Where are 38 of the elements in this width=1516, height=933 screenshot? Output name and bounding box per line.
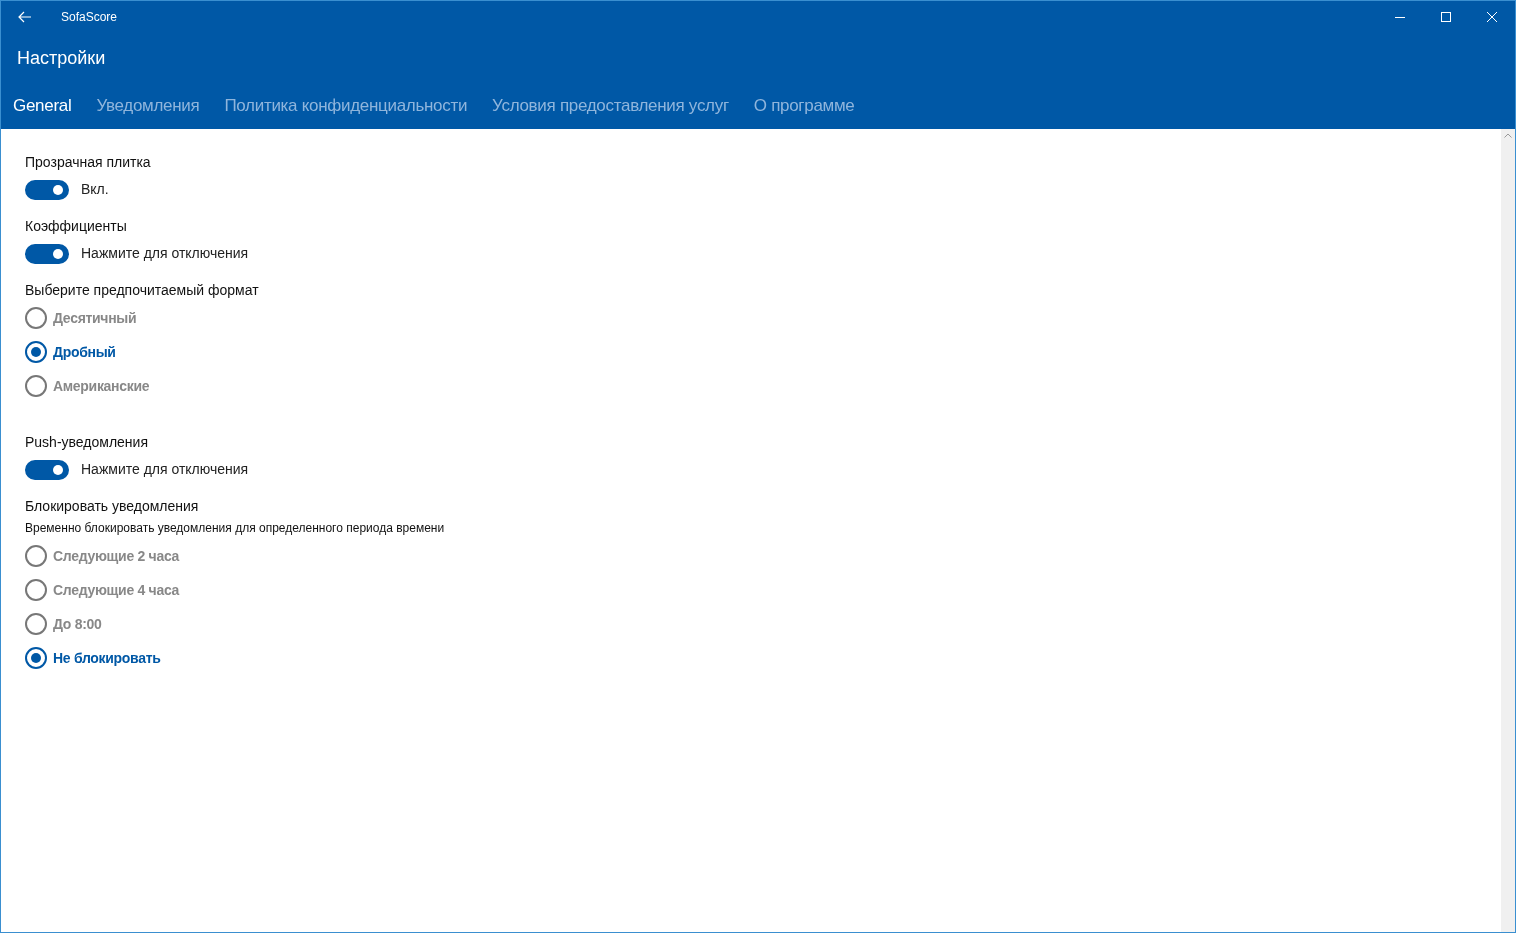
toggle-switch[interactable] <box>25 243 69 264</box>
toggle-label: Нажмите для отключения <box>81 460 249 479</box>
window-title: SofaScore <box>61 9 118 26</box>
close-icon <box>1487 12 1497 22</box>
scrollbar[interactable] <box>1501 129 1515 932</box>
setting-title: Прозрачная плитка <box>25 153 152 171</box>
radio-label: Не блокировать <box>53 648 161 668</box>
radio-label: До 8:00 <box>53 614 102 634</box>
radio-label: Американские <box>53 376 150 396</box>
maximize-icon <box>1441 12 1451 22</box>
toggle-switch[interactable] <box>25 459 69 480</box>
toggle-label: Нажмите для отключения <box>81 244 249 263</box>
radio-label: Дробный <box>53 342 116 362</box>
radio-label: Следующие 2 часа <box>53 546 180 566</box>
toggle-label: Вкл. <box>81 180 109 199</box>
radio-label: Следующие 4 часа <box>53 580 180 600</box>
tab[interactable]: Политика конфиденциальности <box>224 93 468 119</box>
setting-title: Push-уведомления <box>25 433 149 451</box>
radio-button[interactable] <box>25 545 47 567</box>
tab[interactable]: Условия предоставления услуг <box>492 93 729 119</box>
radio-label: Десятичный <box>53 308 137 328</box>
scroll-up-icon[interactable] <box>1504 133 1512 138</box>
radio-button[interactable] <box>25 341 47 363</box>
setting-title: Коэффициенты <box>25 217 128 235</box>
page-title: Настройки <box>17 48 106 68</box>
radio-button[interactable] <box>25 613 47 635</box>
tab[interactable]: General <box>13 93 72 119</box>
setting-title: Выберите предпочитаемый формат <box>25 281 260 299</box>
tab[interactable]: Уведомления <box>96 93 200 119</box>
radio-button[interactable] <box>25 647 47 669</box>
radio-button[interactable] <box>25 307 47 329</box>
back-arrow-icon <box>18 11 32 23</box>
toggle-switch[interactable] <box>25 179 69 200</box>
tab[interactable]: О программе <box>753 93 855 119</box>
setting-title: Блокировать уведомления <box>25 497 200 515</box>
radio-button[interactable] <box>25 375 47 397</box>
setting-description: Временно блокировать уведомления для определенного периода времени <box>25 520 446 537</box>
radio-button[interactable] <box>25 579 47 601</box>
